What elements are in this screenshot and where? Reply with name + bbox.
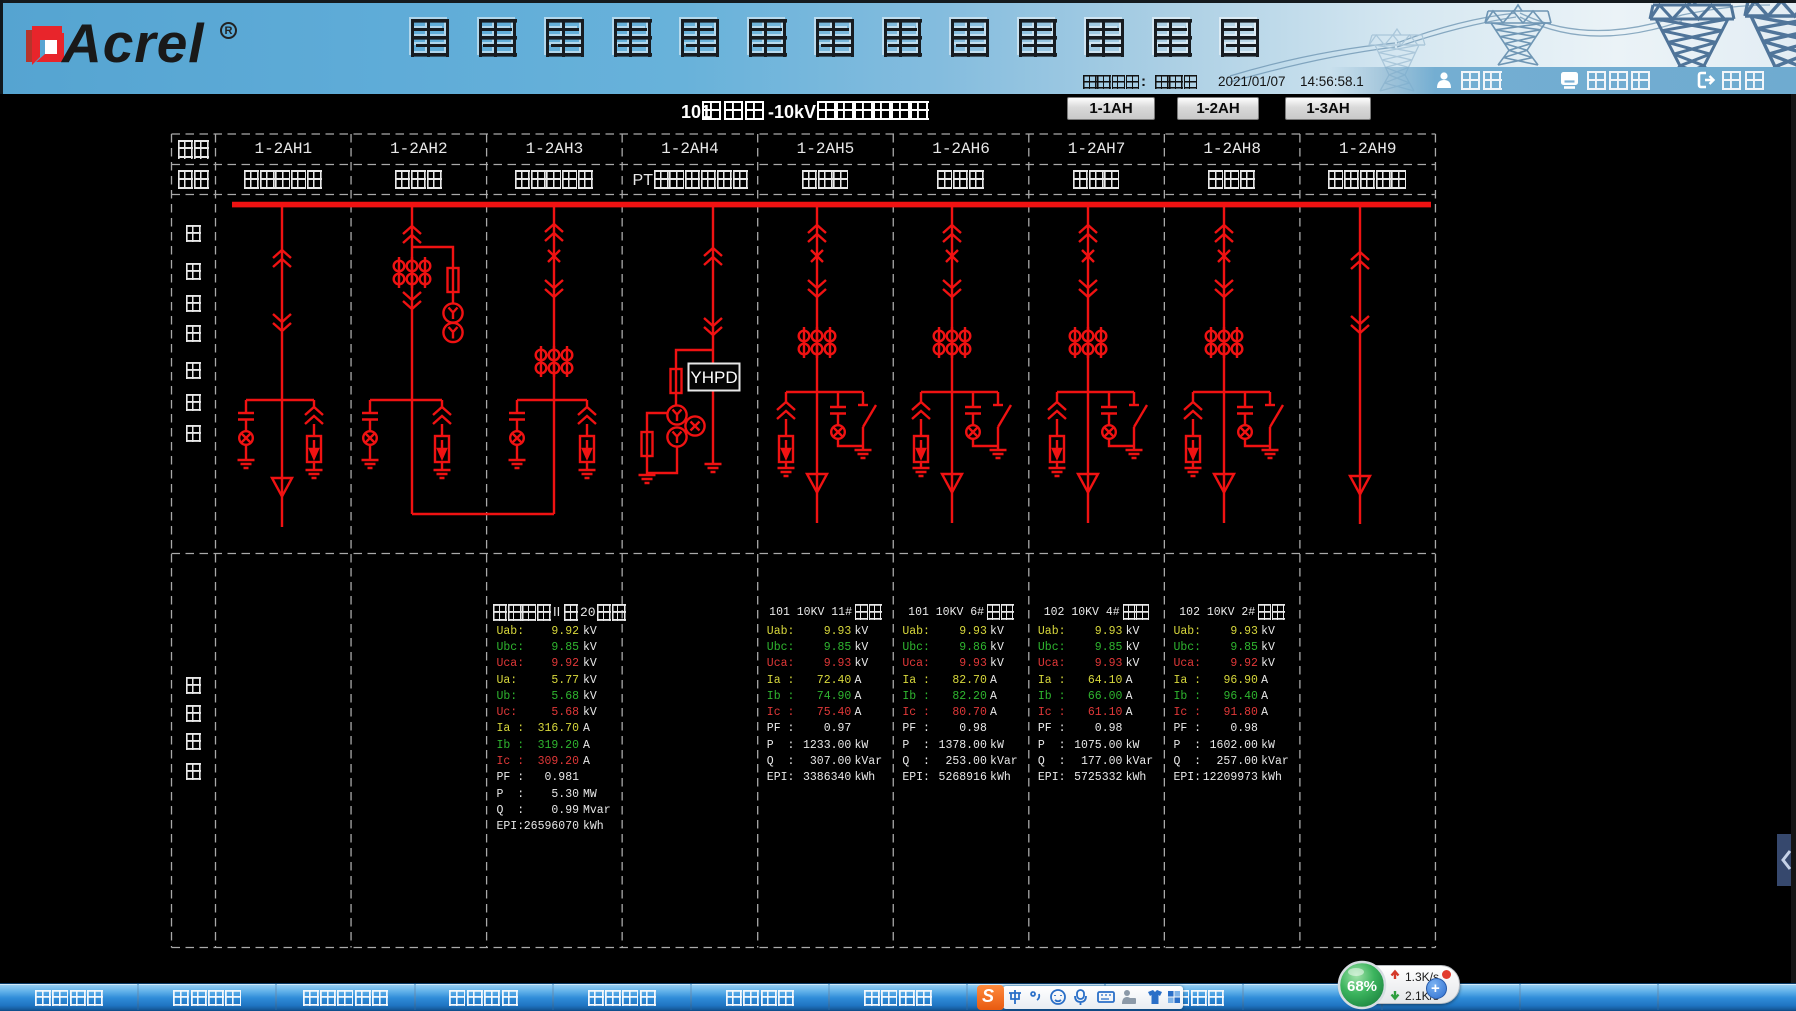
svg-text:YHPD: YHPD [690,368,737,387]
svg-text:68%: 68% [1347,978,1377,995]
